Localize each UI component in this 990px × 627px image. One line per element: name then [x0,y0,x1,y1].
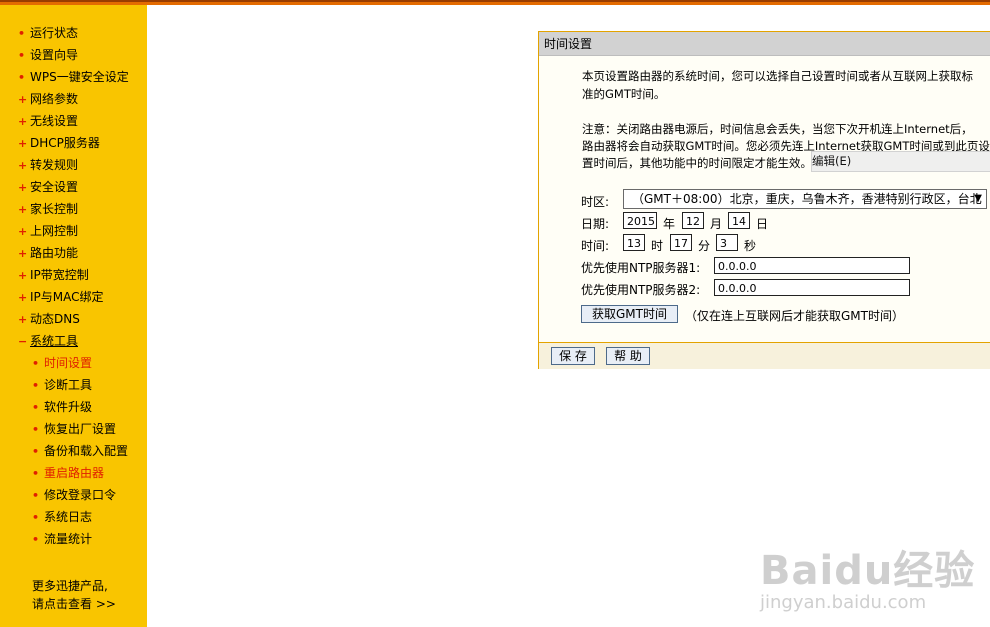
context-menu-edit-label: 编辑(E) [812,154,852,168]
sidebar-item-ddns[interactable]: + 动态DNS [18,309,80,329]
time-label: 时间: [581,239,610,253]
sidebar-item-bandwidth[interactable]: + IP带宽控制 [18,265,89,285]
sidebar-subitem-password[interactable]: • 修改登录口令 [32,485,116,505]
note-text-line3: 置时间后，其他功能中的时间限定才能生效。 [582,156,812,170]
bullet-icon: • [32,379,40,392]
month-input[interactable]: 12 [682,212,704,229]
sidebar-subitem-traffic[interactable]: • 流量统计 [32,529,92,549]
minute-unit: 分 [698,239,711,253]
panel-footer: 保 存 帮 助 [539,342,990,369]
sidebar-subitem-reboot[interactable]: • 重启路由器 [32,463,104,483]
sidebar-item-system-tools[interactable]: − 系统工具 [18,331,78,351]
bullet-icon: • [18,49,26,62]
hour-input[interactable]: 13 [623,234,645,251]
month-unit: 月 [710,217,723,231]
more-products-line2: 请点击查看 >> [32,597,116,611]
sidebar-subitem-backup[interactable]: • 备份和载入配置 [32,441,128,461]
timezone-select[interactable]: （GMT＋08:00）北京，重庆，乌鲁木齐，香港特别行政区，台北 ▼ [623,189,987,209]
bullet-icon: • [32,511,40,524]
ntp2-input[interactable]: 0.0.0.0 [714,279,910,296]
expand-icon: + [18,93,28,106]
expand-icon: + [18,247,28,260]
watermark-url: jingyan.baidu.com [760,592,927,613]
expand-icon: + [18,269,28,282]
more-products-line1: 更多迅捷产品, [32,579,108,593]
bullet-icon: • [32,401,40,414]
watermark-logo: Baidu经验 [760,548,976,594]
expand-icon: + [18,225,28,238]
date-label: 日期: [581,217,610,231]
ntp1-input[interactable]: 0.0.0.0 [714,257,910,274]
second-unit: 秒 [744,239,757,253]
dropdown-arrow-icon: ▼ [974,193,982,204]
expand-icon: + [18,115,28,128]
save-button[interactable]: 保 存 [551,347,595,365]
time-settings-panel: 时间设置 本页设置路由器的系统时间，您可以选择自己设置时间或者从互联网上获取标 … [538,31,990,369]
day-unit: 日 [756,217,769,231]
expand-icon: + [18,313,28,326]
sidebar-item-wireless[interactable]: + 无线设置 [18,111,78,131]
sidebar-subitem-syslog[interactable]: • 系统日志 [32,507,92,527]
expand-icon: + [18,137,28,150]
help-button[interactable]: 帮 助 [606,347,650,365]
sidebar-item-access-control[interactable]: + 上网控制 [18,221,78,241]
year-unit: 年 [663,217,676,231]
sidebar-item-security[interactable]: + 安全设置 [18,177,78,197]
sidebar-item-parental[interactable]: + 家长控制 [18,199,78,219]
expand-icon: + [18,291,28,304]
expand-icon: + [18,203,28,216]
timezone-value: （GMT＋08:00）北京，重庆，乌鲁木齐，香港特别行政区，台北 [632,192,982,206]
sidebar-item-ip-mac[interactable]: + IP与MAC绑定 [18,287,104,307]
bullet-icon: • [32,423,40,436]
timezone-label: 时区: [581,195,610,209]
expand-icon: + [18,181,28,194]
sidebar-subitem-factory-reset[interactable]: • 恢复出厂设置 [32,419,116,439]
get-gmt-time-button[interactable]: 获取GMT时间 [581,305,678,323]
bullet-icon: • [18,27,26,40]
ntp1-label: 优先使用NTP服务器1: [581,261,701,275]
bullet-icon: • [32,489,40,502]
bullet-icon: • [32,467,40,480]
year-input[interactable]: 2015 [623,212,657,229]
bullet-icon: • [32,533,40,546]
sidebar-item-forwarding[interactable]: + 转发规则 [18,155,78,175]
sidebar-item-network[interactable]: + 网络参数 [18,89,78,109]
intro-text-line2: 准的GMT时间。 [582,87,666,101]
collapse-icon: − [18,335,28,348]
hour-unit: 时 [651,239,664,253]
page-title: 时间设置 [544,37,593,51]
panel-header: 时间设置 [539,32,990,56]
context-menu-edit[interactable]: 编辑(E) [811,151,990,172]
sidebar-item-wizard[interactable]: • 设置向导 [18,45,78,65]
sidebar-subitem-time[interactable]: • 时间设置 [32,353,92,373]
sidebar-subitem-diagnostics[interactable]: • 诊断工具 [32,375,92,395]
sidebar-item-routing[interactable]: + 路由功能 [18,243,78,263]
top-stripe-dark [0,0,990,2]
minute-input[interactable]: 17 [670,234,692,251]
note-text-line1: 注意：关闭路由器电源后，时间信息会丢失，当您下次开机连上Internet后， [582,122,973,136]
more-products-link[interactable]: 更多迅捷产品, 请点击查看 >> [32,577,116,613]
bullet-icon: • [32,445,40,458]
expand-icon: + [18,159,28,172]
sidebar-item-dhcp[interactable]: + DHCP服务器 [18,133,100,153]
sidebar: • 运行状态 • 设置向导 • WPS一键安全设定 + 网络参数 + 无线设置 + DHCP… [0,5,147,627]
bullet-icon: • [32,357,40,370]
intro-text-line1: 本页设置路由器的系统时间，您可以选择自己设置时间或者从互联网上获取标 [582,69,973,83]
second-input[interactable]: 3 [716,234,738,251]
ntp2-label: 优先使用NTP服务器2: [581,283,701,297]
baidu-watermark: Baidu经验 jingyan.baidu.com [760,520,990,627]
sidebar-subitem-firmware[interactable]: • 软件升级 [32,397,92,417]
sidebar-item-wps[interactable]: • WPS一键安全设定 [18,67,129,87]
bullet-icon: • [18,71,26,84]
get-gmt-hint: （仅在连上互联网后才能获取GMT时间） [685,309,904,323]
day-input[interactable]: 14 [728,212,750,229]
sidebar-item-status[interactable]: • 运行状态 [18,23,78,43]
